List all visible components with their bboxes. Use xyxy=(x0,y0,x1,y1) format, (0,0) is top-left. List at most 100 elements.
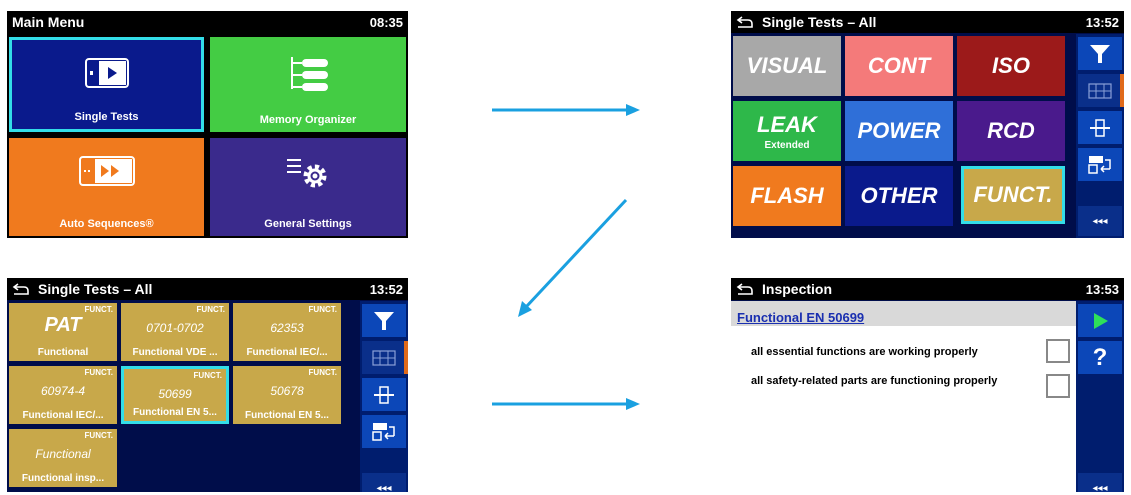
swap-view-button[interactable] xyxy=(1078,148,1122,181)
test-tile-label: LEAK xyxy=(757,111,817,137)
general-settings-tile[interactable]: General Settings xyxy=(210,138,406,236)
funct-name: 60974-4 xyxy=(40,384,86,398)
test-tile-other[interactable]: OTHER xyxy=(845,166,953,226)
funct-desc: Functional EN 5... xyxy=(245,410,329,421)
test-tile-funct[interactable]: FUNCT. xyxy=(961,166,1065,224)
inspection-titlebar: Inspection 13:53 xyxy=(731,278,1124,300)
swap-icon xyxy=(1088,155,1111,174)
help-button[interactable]: ? xyxy=(1078,341,1122,374)
inspection-title: Inspection xyxy=(762,281,833,297)
clock: 13:53 xyxy=(1085,281,1119,297)
funct-desc: Functional IEC/... xyxy=(22,410,104,421)
auto-sequences-label: Auto Sequences® xyxy=(59,218,154,230)
funct-tag: FUNCT. xyxy=(193,371,222,380)
scroll-indicator xyxy=(404,341,408,374)
general-settings-label: General Settings xyxy=(264,218,352,230)
funct-tests-screen: Single Tests – All 13:52 FUNCT. PAT Func… xyxy=(7,278,408,492)
test-tile-flash[interactable]: FLASH xyxy=(733,166,841,226)
side-toolbar: ? ◂◂◂ xyxy=(1076,301,1124,492)
back-icon[interactable] xyxy=(736,282,754,296)
single-tests-screen: Single Tests – All 13:52 VISUAL CONT ISO… xyxy=(731,11,1124,238)
test-tile-power[interactable]: POWER xyxy=(845,101,953,161)
swap-view-button[interactable] xyxy=(362,415,406,448)
play-icon xyxy=(1094,312,1108,329)
funct-tile-functional[interactable]: FUNCT. Functional Functional insp... xyxy=(9,429,117,487)
funct-tile-50678[interactable]: FUNCT. 50678 Functional EN 5... xyxy=(233,366,341,424)
view-grid-button[interactable] xyxy=(1078,74,1122,107)
back-icon[interactable] xyxy=(736,15,754,29)
funct-tile-0701-0702[interactable]: FUNCT. 0701-0702 Functional VDE ... xyxy=(121,303,229,361)
funct-name: Functional xyxy=(35,447,91,461)
auto-sequences-tile[interactable]: Auto Sequences® xyxy=(9,138,204,236)
funct-tag: FUNCT. xyxy=(84,431,113,440)
funct-tag: FUNCT. xyxy=(84,368,113,377)
flow-arrow-right-top xyxy=(492,104,640,116)
inspection-checkbox[interactable] xyxy=(1046,339,1070,363)
grid-view-icon xyxy=(372,349,396,366)
funct-tag: FUNCT. xyxy=(308,368,337,377)
test-tile-label: ISO xyxy=(992,53,1030,78)
funct-tile-50699[interactable]: FUNCT. 50699 Functional EN 5... xyxy=(121,366,229,424)
single-tests-label: Single Tests xyxy=(74,111,139,123)
back-icon[interactable] xyxy=(12,282,30,296)
funct-tile-62353[interactable]: FUNCT. 62353 Functional IEC/... xyxy=(233,303,341,361)
main-menu-title: Main Menu xyxy=(12,14,85,30)
clock: 08:35 xyxy=(369,14,403,30)
funct-desc: Functional EN 5... xyxy=(133,407,217,418)
start-button[interactable] xyxy=(1078,304,1122,337)
filter-button[interactable] xyxy=(1078,37,1122,70)
funct-name: PAT xyxy=(44,314,82,336)
expand-button[interactable] xyxy=(362,378,406,411)
memory-organizer-tile[interactable]: Memory Organizer xyxy=(210,37,406,132)
funct-name: 62353 xyxy=(270,321,304,335)
clock: 13:52 xyxy=(369,281,403,297)
clock: 13:52 xyxy=(1085,14,1119,30)
inspection-heading[interactable]: Functional EN 50699 xyxy=(737,310,864,325)
more-button[interactable]: ◂◂◂ xyxy=(1078,206,1122,236)
single-tests-title: Single Tests – All xyxy=(762,14,877,30)
funct-desc: Functional IEC/... xyxy=(246,347,328,358)
view-grid-button[interactable] xyxy=(362,341,406,374)
expand-icon xyxy=(374,385,394,404)
inspection-header: Functional EN 50699 xyxy=(731,301,1076,326)
test-tile-visual[interactable]: VISUAL xyxy=(733,36,841,96)
tree-icon xyxy=(291,57,328,91)
sequence-icon xyxy=(78,156,135,186)
expand-button[interactable] xyxy=(1078,111,1122,144)
test-tile-label: OTHER xyxy=(860,183,938,208)
funct-name: 50699 xyxy=(158,387,192,401)
single-tests-tile[interactable]: Single Tests xyxy=(9,37,204,132)
flow-arrow-right-bottom xyxy=(492,398,640,410)
test-tile-leak[interactable]: LEAK Extended xyxy=(733,101,841,161)
inspection-checkbox[interactable] xyxy=(1046,374,1070,398)
funct-tile-60974-4[interactable]: FUNCT. 60974-4 Functional IEC/... xyxy=(9,366,117,424)
help-icon: ? xyxy=(1092,343,1108,371)
more-icon: ◂◂◂ xyxy=(376,482,392,493)
more-icon: ◂◂◂ xyxy=(1092,482,1108,493)
test-tile-cont[interactable]: CONT xyxy=(845,36,953,96)
side-toolbar: ◂◂◂ xyxy=(1076,34,1124,238)
grid-view-icon xyxy=(1088,82,1112,99)
funct-desc: Functional insp... xyxy=(21,473,105,484)
test-tile-label: FLASH xyxy=(750,183,824,208)
funct-name: 0701-0702 xyxy=(146,321,204,335)
filter-icon xyxy=(1090,44,1110,63)
filter-button[interactable] xyxy=(362,304,406,337)
inspection-item: all safety-related parts are functioning… xyxy=(751,375,998,387)
funct-name: 50678 xyxy=(270,384,304,398)
funct-tile-pat[interactable]: FUNCT. PAT Functional xyxy=(9,303,117,361)
test-tile-rcd[interactable]: RCD xyxy=(957,101,1065,161)
inspection-panel: Functional EN 50699 all essential functi… xyxy=(731,301,1076,492)
more-button[interactable]: ◂◂◂ xyxy=(362,473,406,492)
more-icon: ◂◂◂ xyxy=(1092,215,1108,227)
filter-icon xyxy=(374,311,394,330)
test-tile-label: VISUAL xyxy=(746,53,828,78)
side-toolbar: ◂◂◂ xyxy=(360,301,408,492)
single-test-icon xyxy=(84,58,129,88)
funct-tag: FUNCT. xyxy=(84,305,113,314)
memory-organizer-label: Memory Organizer xyxy=(259,114,357,126)
more-button[interactable]: ◂◂◂ xyxy=(1078,473,1122,492)
test-tile-iso[interactable]: ISO xyxy=(957,36,1065,96)
funct-tag: FUNCT. xyxy=(196,305,225,314)
funct-tag: FUNCT. xyxy=(308,305,337,314)
